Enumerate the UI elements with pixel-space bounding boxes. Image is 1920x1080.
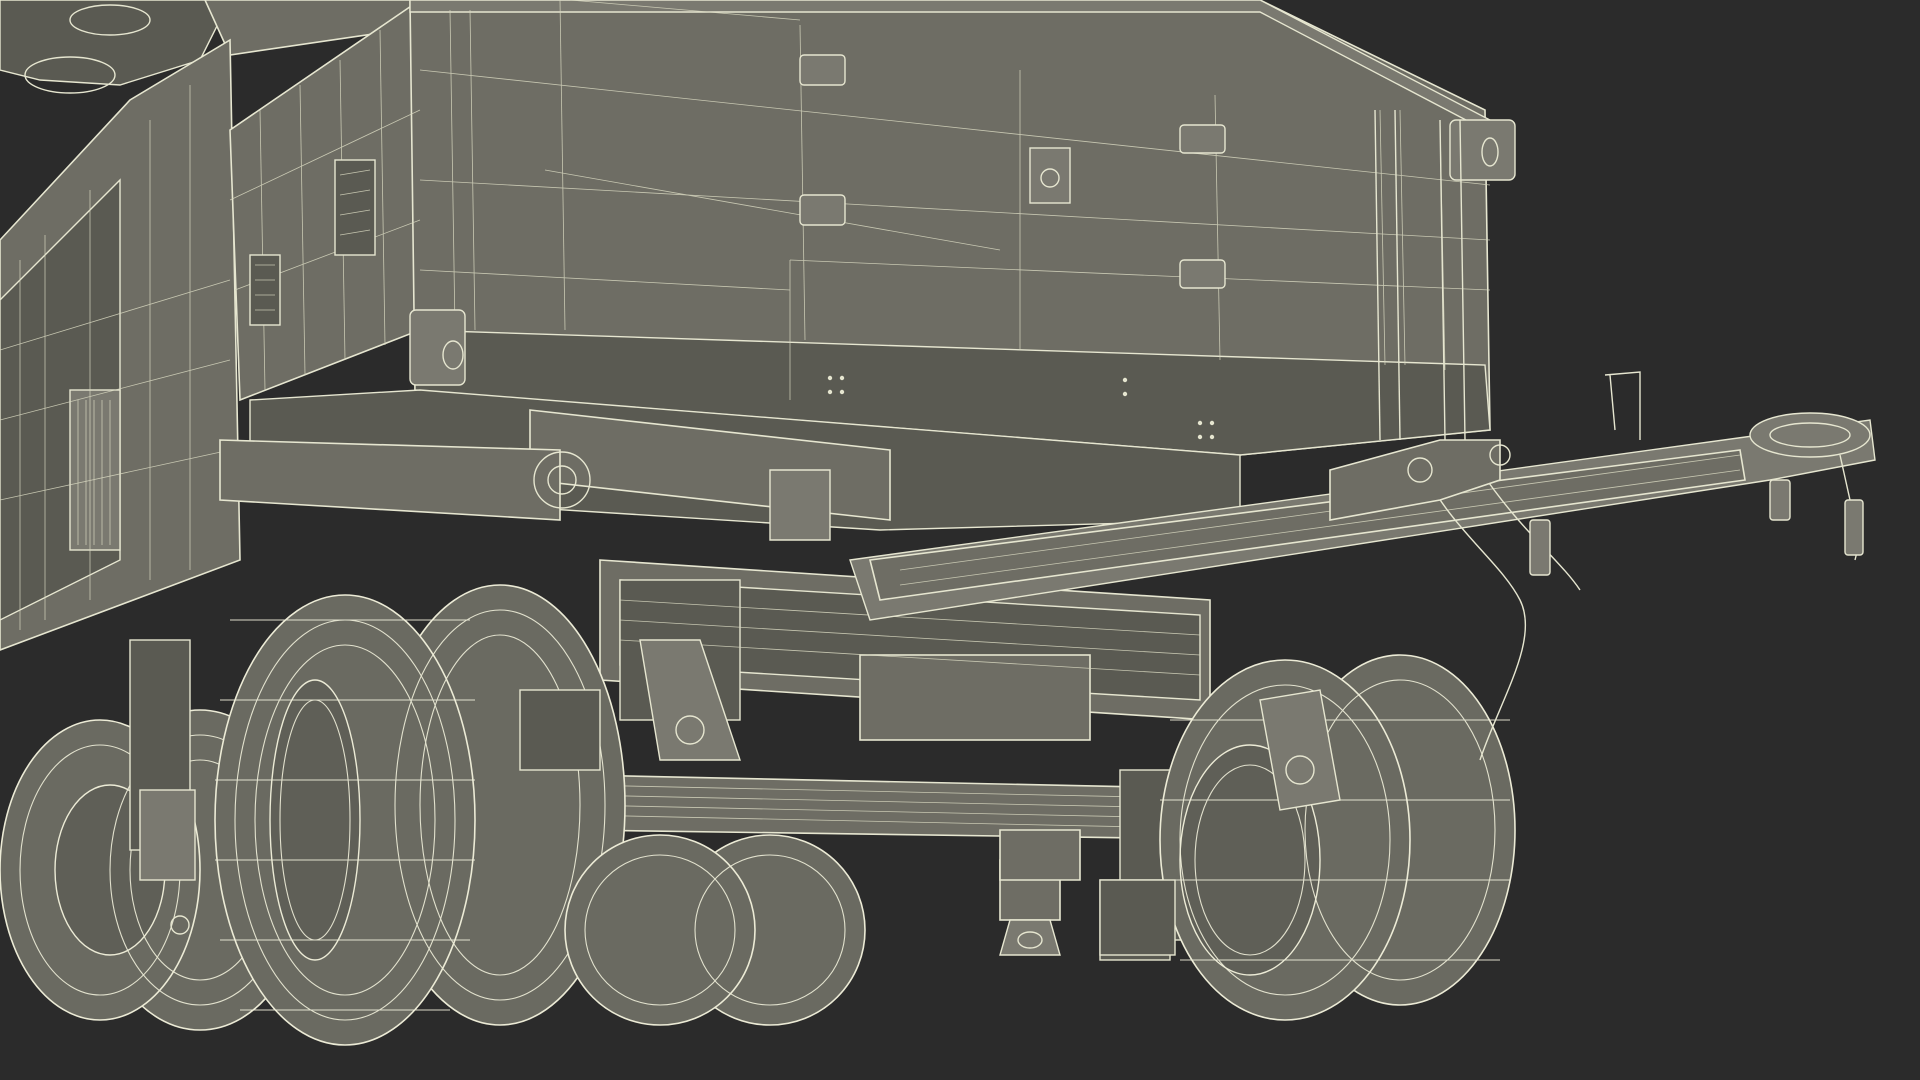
- render-viewport: [0, 0, 1920, 1080]
- front-dual-wheels: [214, 584, 626, 1046]
- rear-inner-wheels: [564, 834, 866, 1026]
- truck-side-body: [0, 38, 241, 651]
- cargo-box: [229, 0, 1516, 456]
- wireframe-truck-render: [0, 0, 1876, 1046]
